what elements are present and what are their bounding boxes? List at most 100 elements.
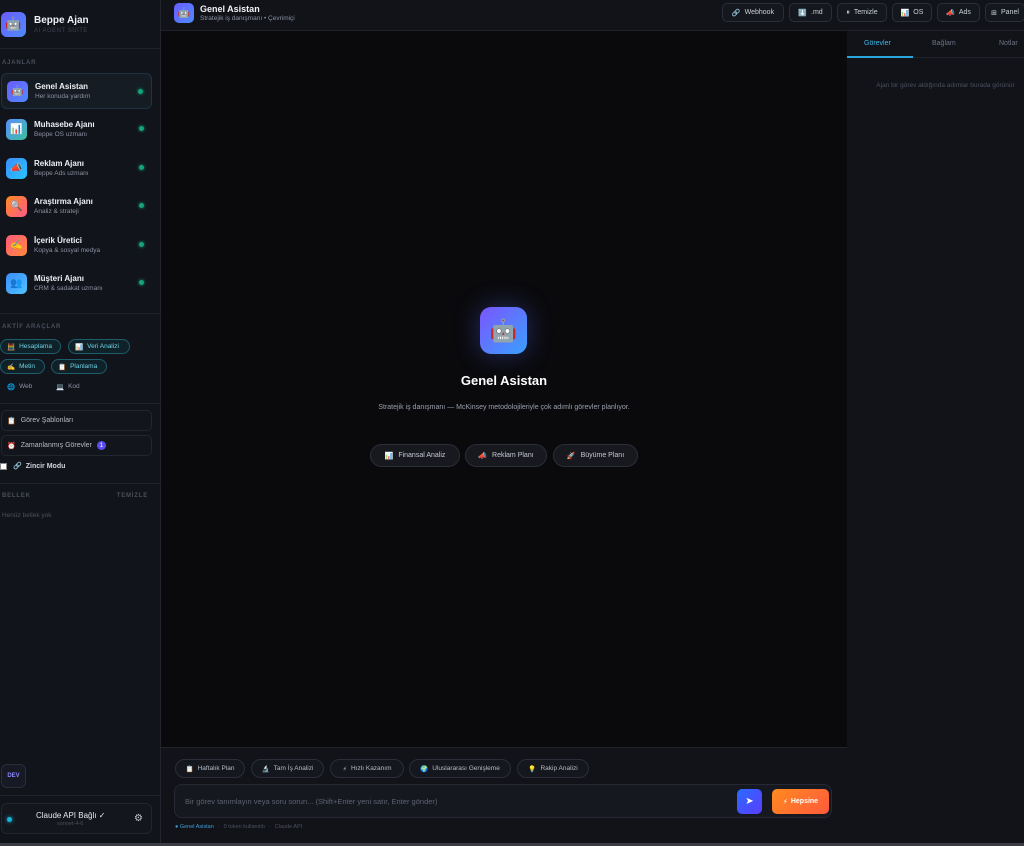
- chip-label: Haftalık Plan: [197, 765, 235, 772]
- clear-button[interactable]: ⏸ Temizle: [837, 3, 887, 22]
- agent-item-genel-asistan[interactable]: 🤖 Genel Asistan Her konuda yardım: [1, 73, 152, 109]
- chip-label: Reklam Planı: [492, 452, 534, 459]
- agent-item-reklam[interactable]: 📣 Reklam Ajanı Beppe Ads uzmanı: [1, 150, 152, 186]
- tab-baglam[interactable]: Bağlam: [932, 40, 956, 47]
- send-arrow-icon: ➤: [745, 796, 754, 807]
- right-panel-tabs: Görevler Bağlam Notlar: [847, 31, 1024, 58]
- agent-desc: Her konuda yardım: [35, 93, 91, 100]
- robot-icon: 🤖: [174, 3, 194, 23]
- link-icon: 🔗: [13, 463, 22, 470]
- dev-button[interactable]: DEV: [1, 764, 26, 788]
- agent-name: Araştırma Ajanı: [34, 197, 93, 206]
- divider: [0, 483, 161, 484]
- gear-icon[interactable]: ⚙: [134, 813, 143, 824]
- api-status-box: Claude API Bağlı ✓ sonnet-4-6 ⚙: [1, 803, 152, 834]
- composer: 📋 Haftalık Plan 🔬 Tam İş Analizi ⚡ Hızlı Ka…: [161, 747, 847, 843]
- robot-icon: 🤖: [480, 307, 527, 354]
- api-status-text: Claude API Bağlı ✓: [36, 811, 106, 820]
- agent-item-musteri[interactable]: 👥 Müşteri Ajanı CRM & sadakat uzmanı: [1, 265, 152, 301]
- robot-icon: 🤖: [1, 11, 26, 37]
- divider: [0, 795, 161, 796]
- people-icon: 👥: [6, 272, 27, 294]
- webhook-button[interactable]: 🔗 Webhook: [722, 3, 784, 22]
- tool-chip-kod[interactable]: 💻 Kod: [49, 379, 85, 394]
- tab-gorevler[interactable]: Görevler: [864, 40, 891, 47]
- quick-chip-rakip-analizi[interactable]: 💡 Rakip Analizi: [517, 759, 589, 778]
- alarm-clock-icon: ⏰: [7, 442, 16, 450]
- chart-icon: 📊: [75, 343, 84, 351]
- chip-label: Hızlı Kazanım: [351, 765, 392, 772]
- page-subtitle: Stratejik iş danışmanı • Çevrimiçi: [200, 15, 295, 22]
- agent-name: Reklam Ajanı: [34, 159, 84, 168]
- agent-name: İçerik Üretici: [34, 236, 83, 245]
- panel-button[interactable]: ⊞ Panel: [985, 3, 1024, 22]
- active-tab-indicator: [847, 56, 913, 58]
- footer-api: Claude API: [274, 824, 303, 830]
- scheduled-tasks-button[interactable]: ⏰ Zamanlanmış Görevler 1: [1, 435, 152, 456]
- agent-item-arastirma[interactable]: 🔍 Araştırma Ajanı Analiz & strateji: [1, 188, 152, 224]
- agent-desc: CRM & sadakat uzmanı: [34, 285, 103, 292]
- quick-chip-tam-is-analizi[interactable]: 🔬 Tam İş Analizi: [251, 759, 324, 778]
- agent-desc: Beppe Ads uzmanı: [34, 170, 89, 177]
- tool-label: Kod: [68, 383, 80, 390]
- tool-chip-planlama[interactable]: 📋 Planlama: [51, 359, 107, 374]
- brand: 🤖 Beppe Ajan AI AGENT SUITE: [0, 0, 160, 49]
- suggestion-chip-reklam[interactable]: 📣 Reklam Planı: [465, 444, 547, 467]
- export-md-button[interactable]: ⬇️ .md: [789, 3, 832, 22]
- quick-chip-hizli-kazanim[interactable]: ⚡ Hızlı Kazanım: [330, 759, 404, 778]
- button-label: .md: [811, 9, 823, 16]
- page-title: Genel Asistan: [200, 4, 260, 14]
- agent-item-muhasebe[interactable]: 📊 Muhasebe Ajanı Beppe OS uzmanı: [1, 111, 152, 147]
- tool-chip-hesaplama[interactable]: 🧮 Hesaplama: [0, 339, 61, 354]
- button-label: Ads: [958, 9, 971, 16]
- divider: [0, 403, 161, 404]
- composer-footer: ● Genel Asistan · 0 token kullanıldı · C…: [175, 824, 302, 830]
- footer-agent: ● Genel Asistan: [175, 824, 214, 830]
- chip-label: Tam İş Analizi: [273, 765, 314, 772]
- globe-icon: 🌐: [7, 383, 16, 391]
- button-label: Webhook: [744, 9, 775, 16]
- chain-mode-checkbox[interactable]: [0, 462, 7, 470]
- clipboard-icon: 📋: [58, 363, 67, 371]
- tool-chip-metin[interactable]: ✍️ Metin: [0, 359, 45, 374]
- download-icon: ⬇️: [798, 9, 808, 17]
- separator: ·: [217, 824, 220, 830]
- tab-notlar[interactable]: Notlar: [999, 40, 1018, 47]
- online-status-dot: [139, 203, 144, 208]
- scheduled-tasks-label: Zamanlanmış Görevler: [20, 442, 92, 449]
- os-button[interactable]: 📊 OS: [892, 3, 932, 22]
- agent-name: Muhasebe Ajanı: [34, 120, 95, 129]
- agent-item-icerik[interactable]: ✍️ İçerik Üretici Kopya & sosyal medya: [1, 227, 152, 263]
- suggestion-chip-finansal[interactable]: 📊 Finansal Analiz: [370, 444, 460, 467]
- suggestion-chip-buyume[interactable]: 🚀 Büyüme Planı: [553, 444, 638, 467]
- button-label: Panel: [1000, 9, 1019, 16]
- rocket-icon: 🚀: [566, 452, 576, 460]
- button-label: OS: [913, 9, 924, 16]
- scheduled-count-badge: 1: [96, 441, 106, 450]
- agent-desc: Kopya & sosyal medya: [34, 247, 101, 254]
- online-status-dot: [138, 89, 143, 94]
- quick-chip-uluslararasi[interactable]: 🌍 Uluslararası Genişleme: [409, 759, 511, 778]
- send-to-all-button[interactable]: ⚡ Hepsine: [772, 789, 829, 814]
- main-area: 🤖 Genel Asistan Stratejik iş danışmanı •…: [161, 0, 1024, 843]
- online-status-dot: [139, 242, 144, 247]
- chip-label: Uluslararası Genişleme: [432, 765, 500, 772]
- tool-label: Metin: [19, 363, 35, 370]
- agent-name: Genel Asistan: [35, 82, 89, 91]
- memory-clear-button[interactable]: TEMİZLE: [117, 493, 148, 499]
- tool-chip-web[interactable]: 🌐 Web: [0, 379, 38, 394]
- clipboard-icon: 📋: [7, 417, 16, 425]
- magnifier-icon: 🔍: [6, 195, 27, 217]
- chat-area: 🤖 Genel Asistan Stratejik iş danışmanı —…: [161, 31, 847, 747]
- task-templates-button[interactable]: 📋 Görev Şablonları: [1, 410, 152, 431]
- chain-mode-toggle[interactable]: 🔗 Zincir Modu: [0, 462, 65, 470]
- ads-button[interactable]: 📣 Ads: [937, 3, 980, 22]
- tool-label: Web: [19, 383, 33, 390]
- message-input[interactable]: [185, 794, 725, 808]
- brand-name: Beppe Ajan: [34, 14, 89, 26]
- chip-label: Finansal Analiz: [398, 452, 446, 459]
- writing-hand-icon: ✍️: [7, 363, 16, 371]
- quick-chip-haftalik-plan[interactable]: 📋 Haftalık Plan: [175, 759, 245, 778]
- tool-chip-veri-analizi[interactable]: 📊 Veri Analizi: [68, 339, 130, 354]
- send-button[interactable]: ➤: [737, 789, 762, 814]
